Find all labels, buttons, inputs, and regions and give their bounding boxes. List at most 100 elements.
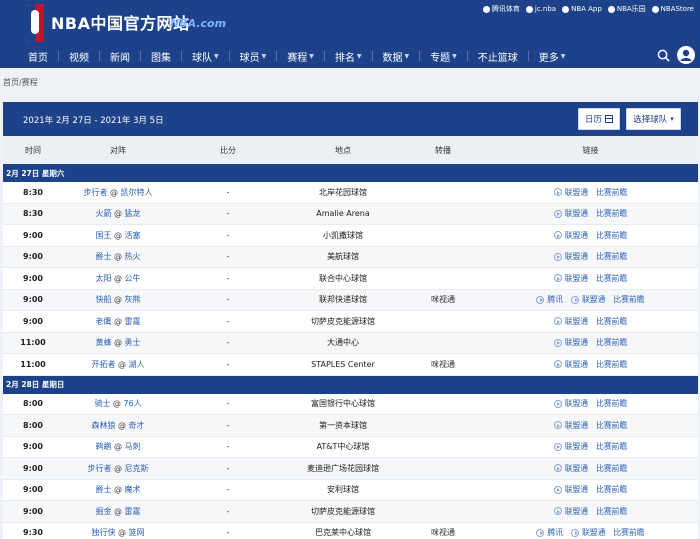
chevron-down-icon: ▼ xyxy=(309,52,314,60)
home-team-link[interactable]: 勇士 xyxy=(125,338,141,347)
home-team-link[interactable]: 湖人 xyxy=(129,360,145,369)
nav-divider xyxy=(466,51,468,61)
game-link[interactable]: 比赛前瞻 xyxy=(596,337,627,348)
chevron-down-icon: ▼ xyxy=(214,52,219,60)
home-team-link[interactable]: 雷霆 xyxy=(125,507,141,516)
nav-item[interactable]: 专题 ▼ xyxy=(430,49,457,64)
home-team-link[interactable]: 热火 xyxy=(125,252,141,261)
away-team-link[interactable]: 火箭 xyxy=(95,209,111,218)
game-link[interactable]: 比赛前瞻 xyxy=(596,208,627,219)
home-team-link[interactable]: 公牛 xyxy=(125,274,141,283)
play-icon xyxy=(553,252,562,261)
nav-item[interactable]: 视频 xyxy=(69,49,89,64)
game-link[interactable]: 联盟通 xyxy=(571,527,605,538)
game-link[interactable]: 比赛前瞻 xyxy=(596,251,627,262)
home-team-link[interactable]: 灰熊 xyxy=(125,295,141,304)
play-icon xyxy=(553,209,562,218)
game-link[interactable]: 联盟通 xyxy=(553,463,588,474)
game-link[interactable]: 比赛前瞻 xyxy=(596,273,627,284)
away-team-link[interactable]: 老鹰 xyxy=(95,317,111,326)
partner-label: 腾讯体育 xyxy=(491,5,520,13)
home-team-link[interactable]: 猛龙 xyxy=(125,209,141,218)
home-team-link[interactable]: 马刺 xyxy=(125,442,141,451)
nav-item[interactable]: 赛程 ▼ xyxy=(287,49,314,64)
nav-item[interactable]: 图集 xyxy=(151,49,171,64)
game-link[interactable]: 比赛前瞻 xyxy=(596,463,627,474)
user-avatar-icon[interactable] xyxy=(677,46,695,64)
game-links: 腾讯 联盟通 比赛前瞻 xyxy=(483,294,698,305)
game-link[interactable]: 比赛前瞻 xyxy=(613,527,644,538)
game-links: 联盟通 比赛前瞻 xyxy=(483,506,698,517)
away-team-link[interactable]: 骑士 xyxy=(94,399,110,408)
away-team-link[interactable]: 开拓者 xyxy=(91,360,115,369)
nav-item[interactable]: 数据 ▼ xyxy=(383,49,410,64)
nav-item[interactable]: 排名 ▼ xyxy=(335,49,362,64)
away-team-link[interactable]: 鹈鹕 xyxy=(95,442,111,451)
breadcrumb-home[interactable]: 首页 xyxy=(3,78,19,87)
game-link[interactable]: 比赛前瞻 xyxy=(596,484,627,495)
select-team-button[interactable]: 选择球队 ▾ xyxy=(626,108,681,130)
away-team-link[interactable]: 黄蜂 xyxy=(95,338,111,347)
game-link[interactable]: 联盟通 xyxy=(553,208,588,219)
home-team-link[interactable]: 奇才 xyxy=(129,421,145,430)
game-link[interactable]: 联盟通 xyxy=(553,316,588,327)
away-team-link[interactable]: 快船 xyxy=(95,295,111,304)
nav-item[interactable]: 球队 ▼ xyxy=(192,49,219,64)
home-team-link[interactable]: 活塞 xyxy=(125,231,141,240)
nav-item[interactable]: 不止篮球 xyxy=(478,49,518,64)
game-link[interactable]: 比赛前瞻 xyxy=(596,316,627,327)
away-team-link[interactable]: 爵士 xyxy=(95,485,111,494)
nav-item[interactable]: 更多 ▼ xyxy=(539,49,566,64)
game-link[interactable]: 比赛前瞻 xyxy=(596,506,627,517)
partner-link[interactable]: NBA乐园 xyxy=(607,4,646,14)
partner-link[interactable]: 腾讯体育 xyxy=(482,4,520,14)
search-icon[interactable] xyxy=(657,49,670,62)
game-link[interactable]: 比赛前瞻 xyxy=(596,398,627,409)
game-link[interactable]: 联盟通 xyxy=(553,506,588,517)
away-team-link[interactable]: 爵士 xyxy=(95,252,111,261)
calendar-button[interactable]: 日历 xyxy=(578,108,620,130)
home-team-link[interactable]: 雷霆 xyxy=(125,317,141,326)
game-link[interactable]: 比赛前瞻 xyxy=(613,294,644,305)
home-team-link[interactable]: 魔术 xyxy=(125,485,141,494)
away-team-link[interactable]: 太阳 xyxy=(95,274,111,283)
game-link[interactable]: 腾讯 xyxy=(536,294,563,305)
game-link[interactable]: 比赛前瞻 xyxy=(596,359,627,370)
home-team-link[interactable]: 尼克斯 xyxy=(125,464,149,473)
game-link[interactable]: 联盟通 xyxy=(553,230,588,241)
away-team-link[interactable]: 步行者 xyxy=(87,464,111,473)
game-link[interactable]: 联盟通 xyxy=(553,441,588,452)
game-link[interactable]: 联盟通 xyxy=(553,484,588,495)
home-team-link[interactable]: 76人 xyxy=(123,399,141,408)
game-link[interactable]: 比赛前瞻 xyxy=(596,230,627,241)
game-link[interactable]: 比赛前瞻 xyxy=(596,187,627,198)
game-link[interactable]: 联盟通 xyxy=(553,359,588,370)
home-team-link[interactable]: 篮网 xyxy=(129,528,145,537)
game-link[interactable]: 联盟通 xyxy=(553,337,588,348)
nav-item[interactable]: 首页 xyxy=(28,49,48,64)
game-link[interactable]: 联盟通 xyxy=(571,294,605,305)
site-title[interactable]: NBA中国官方网站 xyxy=(51,10,189,34)
away-team-link[interactable]: 独行侠 xyxy=(91,528,115,537)
nav-item[interactable]: 新闻 xyxy=(110,49,130,64)
game-link[interactable]: 联盟通 xyxy=(553,398,588,409)
game-link[interactable]: 联盟通 xyxy=(553,420,588,431)
nav-item[interactable]: 球员 ▼ xyxy=(240,49,267,64)
away-team-link[interactable]: 步行者 xyxy=(83,188,107,197)
away-team-link[interactable]: 国王 xyxy=(95,231,111,240)
away-team-link[interactable]: 掘金 xyxy=(95,507,111,516)
game-link[interactable]: 比赛前瞻 xyxy=(596,420,627,431)
game-link[interactable]: 联盟通 xyxy=(553,273,588,284)
at-separator: @ xyxy=(115,359,129,369)
game-link[interactable]: 联盟通 xyxy=(553,187,588,198)
home-team-link[interactable]: 凯尔特人 xyxy=(121,188,153,197)
game-link[interactable]: 联盟通 xyxy=(553,251,588,262)
partner-link[interactable]: NBAStore xyxy=(651,4,694,14)
nba-logo[interactable] xyxy=(26,4,44,42)
game-link[interactable]: 比赛前瞻 xyxy=(596,441,627,452)
partner-link[interactable]: NBA App xyxy=(562,4,602,14)
breadcrumb-current: 赛程 xyxy=(21,78,38,87)
partner-link[interactable]: jc.nba xyxy=(525,4,556,14)
away-team-link[interactable]: 森林狼 xyxy=(91,421,115,430)
game-link[interactable]: 腾讯 xyxy=(536,527,563,538)
